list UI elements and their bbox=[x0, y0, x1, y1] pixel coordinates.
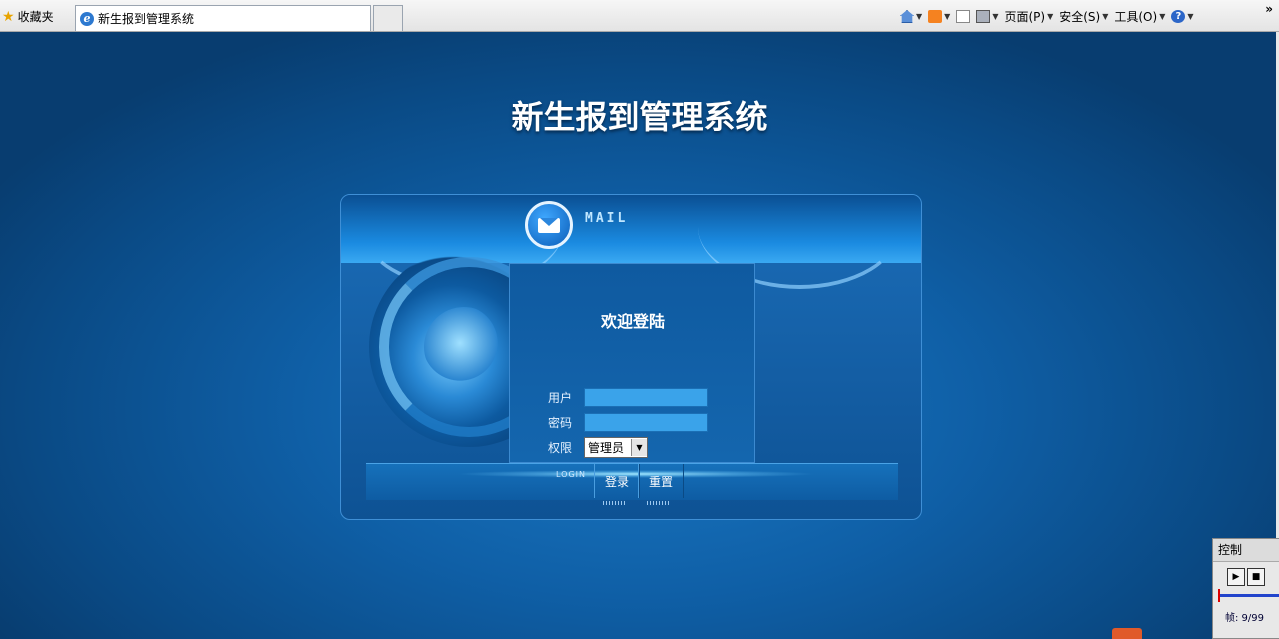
browser-tab[interactable]: e 新生报到管理系统 bbox=[75, 5, 371, 31]
feeds-button[interactable]: ▼ bbox=[928, 10, 950, 23]
browser-toolbar: ★ 收藏夹 e 新生报到管理系统 ▼ ▼ ▼ 页面(P) ▼ 安全(S) ▼ 工具(… bbox=[0, 0, 1279, 32]
home-button[interactable]: ▼ bbox=[900, 10, 922, 23]
password-label: 密码 bbox=[548, 416, 573, 430]
more-commands-icon[interactable]: » bbox=[1265, 2, 1273, 16]
safety-menu-label: 安全(S) bbox=[1059, 10, 1101, 24]
favorites-label: 收藏夹 bbox=[17, 10, 54, 24]
decor-ticks bbox=[647, 501, 671, 505]
chevron-down-icon: ▼ bbox=[1159, 12, 1166, 21]
page-content: 新生报到管理系统 MAIL 欢迎登陆 用户 密码 权限 管理员 ▼ LOGIN … bbox=[0, 32, 1279, 639]
ie-icon: e bbox=[80, 11, 94, 26]
new-tab-button[interactable] bbox=[373, 5, 403, 31]
stop-icon: ■ bbox=[1251, 572, 1261, 582]
tools-menu[interactable]: 工具(O) ▼ bbox=[1114, 8, 1165, 25]
login-card: MAIL 欢迎登陆 用户 密码 权限 管理员 ▼ LOGIN 登录 重置 bbox=[340, 194, 922, 520]
mail-icon bbox=[956, 10, 971, 23]
chevron-down-icon: ▼ bbox=[916, 12, 923, 21]
frame-slider[interactable] bbox=[1218, 589, 1279, 602]
card-footer: LOGIN 登录 重置 bbox=[366, 463, 898, 500]
welcome-heading: 欢迎登陆 bbox=[600, 312, 665, 331]
print-button[interactable]: ▼ bbox=[976, 10, 998, 23]
taskbar-app-icon[interactable] bbox=[1112, 628, 1142, 639]
role-row: 权限 管理员 ▼ bbox=[548, 437, 648, 458]
password-row: 密码 bbox=[548, 413, 708, 432]
favorites-button[interactable]: ★ 收藏夹 bbox=[2, 8, 54, 25]
safety-menu[interactable]: 安全(S) ▼ bbox=[1059, 8, 1108, 25]
login-caption: LOGIN bbox=[556, 470, 587, 479]
role-label: 权限 bbox=[548, 441, 573, 455]
envelope-icon bbox=[538, 217, 560, 233]
login-form-panel: 欢迎登陆 用户 密码 权限 管理员 ▼ bbox=[509, 263, 755, 463]
mail-logo-icon bbox=[525, 201, 573, 249]
card-header: MAIL bbox=[341, 195, 921, 289]
dropdown-arrow-icon[interactable]: ▼ bbox=[631, 439, 647, 456]
control-buttons: ▶ ■ bbox=[1213, 562, 1279, 586]
page-menu[interactable]: 页面(P) ▼ bbox=[1004, 8, 1053, 25]
print-icon bbox=[976, 10, 991, 23]
command-bar: ▼ ▼ ▼ 页面(P) ▼ 安全(S) ▼ 工具(O) ▼ ? ▼ bbox=[900, 8, 1194, 25]
user-input[interactable] bbox=[584, 388, 708, 407]
control-panel-title: 控制 bbox=[1213, 539, 1279, 562]
role-selected-value: 管理员 bbox=[588, 441, 625, 455]
star-icon: ★ bbox=[2, 8, 15, 25]
chevron-down-icon: ▼ bbox=[1187, 12, 1194, 21]
stop-button[interactable]: ■ bbox=[1247, 568, 1265, 586]
user-row: 用户 bbox=[548, 388, 708, 407]
role-select[interactable]: 管理员 ▼ bbox=[584, 437, 648, 458]
chevron-down-icon: ▼ bbox=[1047, 12, 1054, 21]
rss-icon bbox=[928, 10, 943, 23]
mail-logo-text: MAIL bbox=[585, 211, 629, 226]
reset-button[interactable]: 重置 bbox=[638, 464, 684, 498]
login-button[interactable]: 登录 bbox=[594, 464, 640, 498]
home-icon bbox=[900, 10, 914, 23]
play-icon: ▶ bbox=[1232, 572, 1240, 582]
help-button[interactable]: ? ▼ bbox=[1171, 10, 1194, 23]
tools-menu-label: 工具(O) bbox=[1114, 10, 1158, 24]
chevron-down-icon: ▼ bbox=[944, 12, 951, 21]
password-input[interactable] bbox=[584, 413, 708, 432]
play-step-button[interactable]: ▶ bbox=[1227, 568, 1245, 586]
chevron-down-icon: ▼ bbox=[1102, 12, 1109, 21]
system-title: 新生报到管理系统 bbox=[511, 98, 768, 136]
help-icon: ? bbox=[1171, 10, 1186, 23]
tab-title: 新生报到管理系统 bbox=[98, 12, 195, 26]
decor-ticks bbox=[603, 501, 627, 505]
frame-counter: 帧: 9/99 bbox=[1225, 613, 1265, 624]
control-panel: 控制 ▶ ■ 帧: 9/99 bbox=[1212, 538, 1279, 639]
read-mail-button[interactable] bbox=[956, 10, 971, 23]
user-label: 用户 bbox=[548, 391, 573, 405]
chevron-down-icon: ▼ bbox=[992, 12, 999, 21]
page-menu-label: 页面(P) bbox=[1004, 10, 1046, 24]
